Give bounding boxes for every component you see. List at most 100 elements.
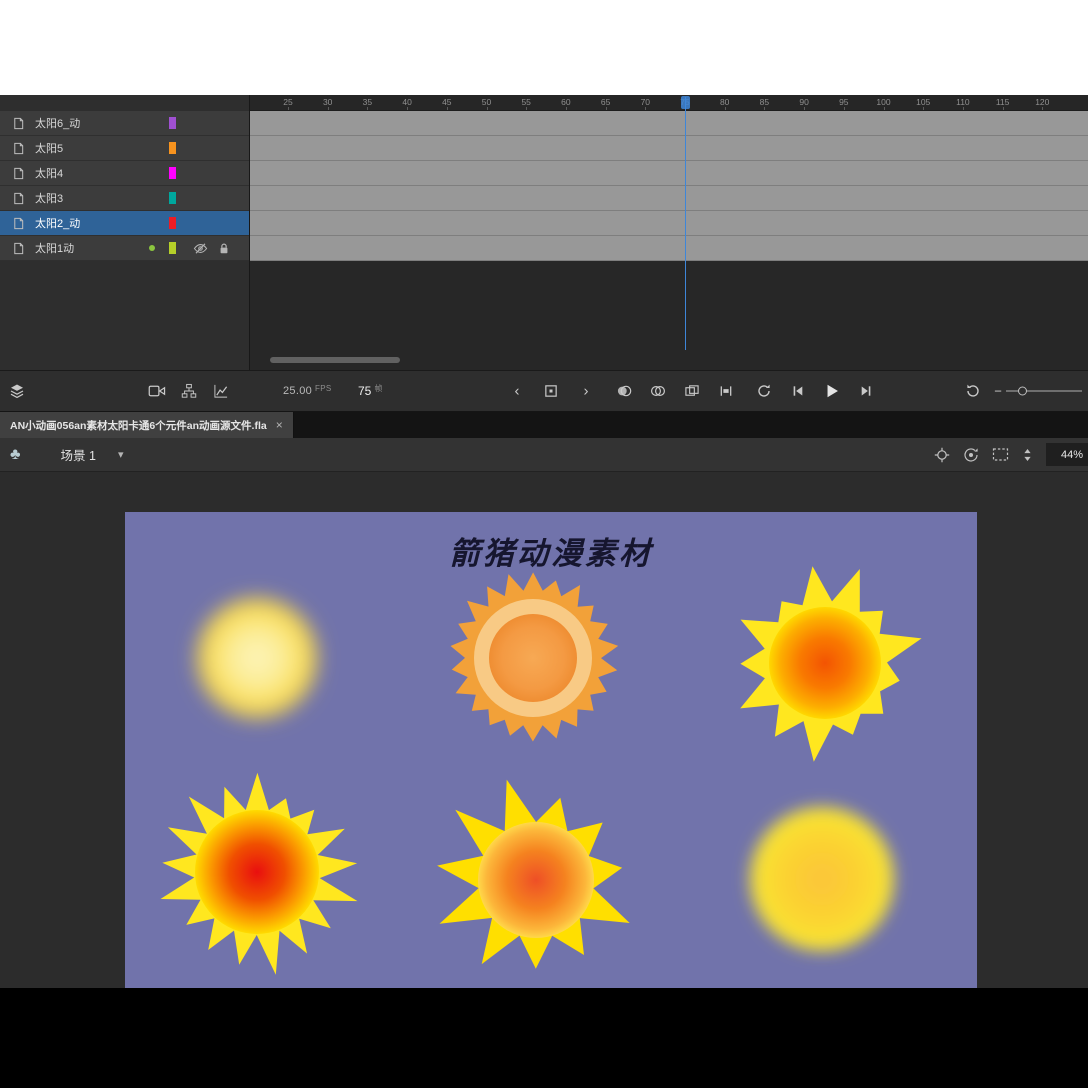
- zoom-out-timeline-icon[interactable]: −: [994, 385, 1002, 398]
- playhead-line[interactable]: [685, 97, 686, 350]
- clip-content-icon[interactable]: [992, 447, 1009, 462]
- frame-area[interactable]: 2530354045505560657075808590951001051101…: [250, 95, 1088, 370]
- step-back-one-icon[interactable]: ‹: [515, 384, 520, 399]
- layer-parenting-icon[interactable]: [181, 383, 197, 399]
- fps-value: 25.00: [283, 385, 313, 397]
- scene-dropdown-chevron[interactable]: ▾: [118, 448, 124, 461]
- frame-row-太阳2_动[interactable]: [250, 211, 1088, 236]
- stage-title-text[interactable]: 箭猪动漫素材: [125, 528, 977, 573]
- stop-at-frame-icon[interactable]: [544, 384, 559, 399]
- layer-outline-color-swatch[interactable]: [169, 167, 176, 179]
- layer-lock-icon[interactable]: [218, 242, 230, 255]
- layer-outline-color-swatch[interactable]: [169, 242, 176, 254]
- reset-timeline-zoom-icon[interactable]: [965, 383, 981, 399]
- ruler-tick-mark: [764, 107, 766, 110]
- document-tab-bar: AN小动画056an素材太阳卡通6个元件an动画源文件.fla ×: [0, 412, 1088, 438]
- ruler-tick-label: 30: [322, 97, 333, 107]
- rotation-tool-icon[interactable]: [963, 447, 979, 463]
- step-back-icon[interactable]: [791, 384, 806, 399]
- zoom-level-input[interactable]: 44%: [1046, 443, 1088, 466]
- stage-canvas[interactable]: 箭猪动漫素材: [125, 512, 977, 988]
- step-forward-one-icon[interactable]: ›: [584, 384, 589, 399]
- sun-red-core-many-spikes[interactable]: [160, 772, 358, 975]
- sun-soft-yellow-glow[interactable]: [197, 598, 317, 718]
- frame-row-太阳3[interactable]: [250, 186, 1088, 211]
- timeline-zoom-knob[interactable]: [1018, 386, 1027, 396]
- play-button[interactable]: [824, 383, 841, 400]
- sun-core: [478, 822, 594, 938]
- layer-row-太阳1动[interactable]: 太阳1动: [0, 236, 249, 261]
- ruler-tick-label: 25: [283, 97, 293, 107]
- graph-editor-icon[interactable]: [214, 384, 229, 399]
- ruler-tick-label: 80: [719, 97, 730, 107]
- ruler-tick-mark: [1042, 107, 1044, 110]
- layer-outline-color-swatch[interactable]: [169, 217, 176, 229]
- modify-markers-icon[interactable]: [719, 384, 734, 399]
- layer-name[interactable]: 太阳3: [35, 190, 63, 206]
- onion-skin-outlines-icon[interactable]: [650, 383, 666, 399]
- step-forward-icon[interactable]: [859, 384, 874, 399]
- ruler-tick-label: 100: [876, 97, 891, 107]
- ruler-tick-label: 55: [521, 97, 531, 107]
- ruler-tick-mark: [883, 107, 885, 110]
- sun-big-triangle-spikes[interactable]: [437, 779, 630, 969]
- ruler-tick-mark: [962, 107, 964, 110]
- layer-name[interactable]: 太阳6_动: [35, 115, 80, 131]
- ruler-tick-mark: [843, 107, 845, 110]
- close-tab-icon[interactable]: ×: [276, 418, 283, 432]
- frame-row-太阳4[interactable]: [250, 161, 1088, 186]
- timeline-panel: 太阳6_动 太阳5 太阳4 太阳3 太阳2_动 太阳1动 25 30 35 40 45 50 55 60…: [0, 95, 1088, 370]
- ruler-tick-mark: [605, 107, 607, 110]
- fps-unit: FPS: [315, 383, 332, 393]
- playhead-head[interactable]: [680, 96, 690, 109]
- edit-multiple-frames-icon[interactable]: [684, 384, 700, 399]
- timeline-hscrollbar[interactable]: [250, 357, 1088, 363]
- timeline-ruler[interactable]: 2530354045505560657075808590951001051101…: [250, 95, 1088, 111]
- frame-row-太阳6_动[interactable]: [250, 111, 1088, 136]
- document-tab[interactable]: AN小动画056an素材太阳卡通6个元件an动画源文件.fla ×: [0, 412, 294, 438]
- ruler-tick-label: 50: [481, 97, 492, 107]
- layer-outline-color-swatch[interactable]: [169, 117, 176, 129]
- sun-core: [197, 598, 317, 718]
- layer-name[interactable]: 太阳5: [35, 140, 63, 156]
- frame-row-太阳5[interactable]: [250, 136, 1088, 161]
- current-frame[interactable]: 75 帧: [358, 384, 382, 399]
- ruler-tick-mark: [804, 107, 806, 110]
- loop-playback-icon[interactable]: [756, 383, 772, 399]
- layer-type-icon: [12, 242, 28, 255]
- ruler-tick-mark: [526, 107, 528, 110]
- layer-row-太阳6_动[interactable]: 太阳6_动: [0, 111, 249, 136]
- ruler-tick-label: 35: [362, 97, 373, 107]
- layer-name[interactable]: 太阳2_动: [35, 215, 80, 231]
- ruler-tick-mark: [923, 107, 925, 110]
- layer-outline-color-swatch[interactable]: [169, 142, 176, 154]
- ruler-tick-mark: [446, 107, 448, 110]
- frame-row-太阳1动[interactable]: [250, 236, 1088, 261]
- scene-breadcrumb[interactable]: 场景 1: [61, 445, 96, 464]
- hscrollbar-thumb[interactable]: [270, 357, 400, 363]
- ruler-tick-mark: [1002, 107, 1004, 110]
- ruler-tick-mark: [407, 107, 409, 110]
- layer-row-太阳2_动[interactable]: 太阳2_动: [0, 211, 249, 236]
- layer-row-太阳3[interactable]: 太阳3: [0, 186, 249, 211]
- ruler-tick-mark: [367, 107, 369, 110]
- center-stage-icon[interactable]: [934, 447, 950, 463]
- zoom-stepper-icon[interactable]: [1022, 447, 1033, 463]
- layer-name[interactable]: 太阳1动: [35, 240, 74, 256]
- sun-orange-wavy[interactable]: [450, 572, 619, 742]
- layers-stack-icon[interactable]: [9, 383, 25, 399]
- frame-rate[interactable]: 25.00 FPS: [283, 383, 332, 398]
- camera-icon[interactable]: [148, 384, 166, 398]
- onion-skin-icon[interactable]: [616, 383, 632, 399]
- ruler-tick-label: 110: [956, 97, 970, 107]
- zoom-level-value: 44%: [1060, 448, 1083, 461]
- layer-row-太阳4[interactable]: 太阳4: [0, 161, 249, 186]
- layer-name[interactable]: 太阳4: [35, 165, 63, 181]
- layer-row-太阳5[interactable]: 太阳5: [0, 136, 249, 161]
- frame-rows[interactable]: [250, 111, 1088, 261]
- layer-outline-color-swatch[interactable]: [169, 192, 176, 204]
- sun-yellow-spiky-orange-core[interactable]: [740, 566, 922, 762]
- stage-clover-icon: ♣: [10, 445, 21, 463]
- layer-hidden-eye-icon[interactable]: [193, 241, 208, 256]
- sun-soft-orange-glow[interactable]: [750, 807, 894, 951]
